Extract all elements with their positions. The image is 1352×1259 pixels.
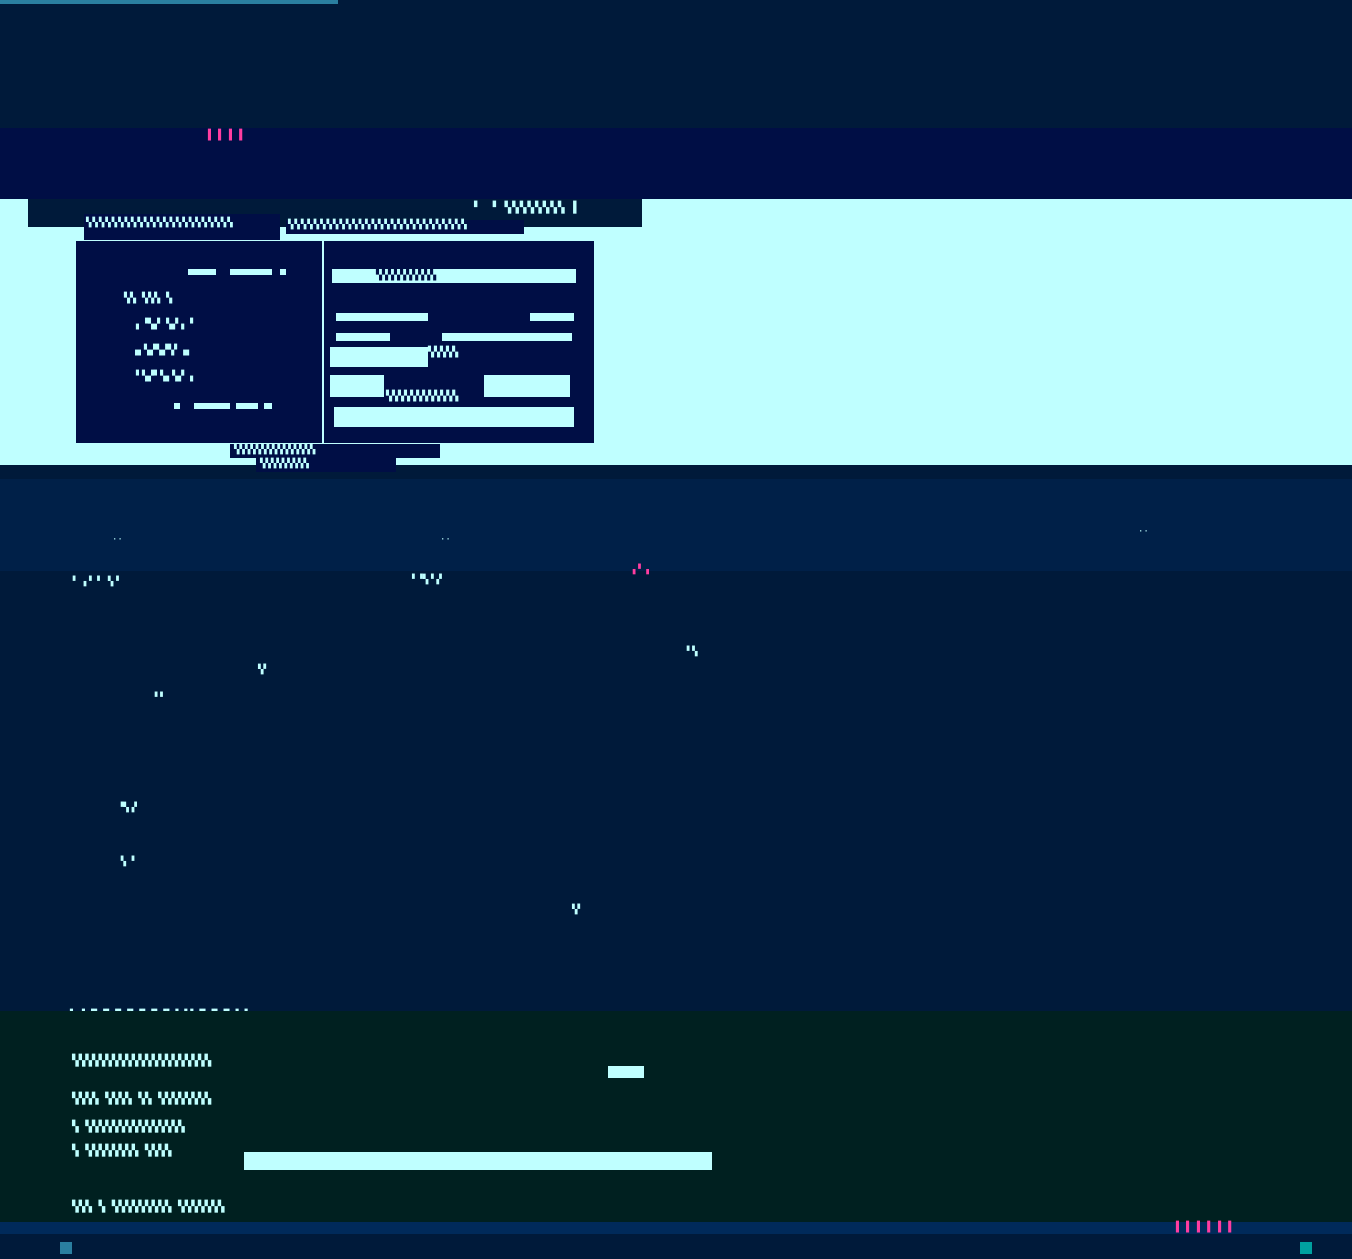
panel-mark xyxy=(264,403,272,409)
footer-line: ▚▚▚▚▚▚▚▚▚▚▚▚▚▚▚▚▚▚▚▚▚ xyxy=(72,1054,212,1067)
panel-right-block xyxy=(484,375,570,397)
bottom-bar xyxy=(0,1234,1352,1259)
hero-info-2[interactable]: ▚▚▚▚▚▚▚▚▚ xyxy=(256,458,396,472)
main-speck: ▝▝ xyxy=(152,693,163,703)
hero-tab-label: ▘ ▝ ▚▚▚▚▚▚▚▚ ▌ xyxy=(474,201,581,214)
footer-tray-icons[interactable]: ▌▐ ▌▐ ▌▐ xyxy=(1176,1222,1232,1233)
panel-right-line: ▚▚▚▚▚ xyxy=(428,347,459,358)
panel-mark xyxy=(236,403,258,409)
footer-line: ▚ ▚▚▚▚▚▚▚▚▚▚▚▚▚▚▚ xyxy=(72,1120,185,1133)
footer-line: ▚▚▚▚ ▚▚▚▚ ▚▚ ▚▚▚▚▚▚▚▚ xyxy=(72,1092,212,1105)
hero-subtitle-right: ▚▚▚▚▚▚▚▚▚▚▚▚▚▚▚▚▚▚▚▚▚▚▚▚▚▚▚▚ xyxy=(288,220,468,230)
footer-line: ▚▚▚ ▚ ▚▚▚▚▚▚▚▚▚ ▚▚▚▚▚▚▚ xyxy=(72,1200,225,1213)
main-speck: ▚▘ xyxy=(572,905,583,915)
footer-bar: ▌▐ ▌▐ ▌▐ xyxy=(0,1222,1352,1234)
nav-bar: ▌▐ ▌▐ xyxy=(0,128,1352,200)
hero-subtitle-right-box: ▚▚▚▚▚▚▚▚▚▚▚▚▚▚▚▚▚▚▚▚▚▚▚▚▚▚▚▚ xyxy=(286,220,524,234)
start-icon[interactable] xyxy=(60,1242,72,1254)
main-speck: ▘▝▚▝▗▘ xyxy=(412,575,445,585)
main-content: ▝ ▗▝ ▘ ▚▝ ▘▝▚▝▗▘ ▗▝ ▖ ▝▝▖ ▚▘ ▝▝ ▝▚▗▘ ▝▖▝… xyxy=(0,565,1352,1011)
strip-mark: ·· xyxy=(440,535,451,545)
tray-status-icon[interactable] xyxy=(1300,1242,1312,1254)
main-speck: ▚▘ xyxy=(258,665,269,675)
main-speck: ▝▝▖ xyxy=(684,647,701,657)
footer-input[interactable] xyxy=(244,1152,712,1170)
panel-mark xyxy=(280,269,286,275)
footer-card: ▚▚▚▚▚▚▚▚▚▚▚▚▚▚▚▚▚▚▚▚▚ ▚▚▚▚ ▚▚▚▚ ▚▚ ▚▚▚▚▚… xyxy=(70,1050,726,1222)
hero-info-2-text: ▚▚▚▚▚▚▚▚▚ xyxy=(260,459,309,469)
hero-subtitle-left-box: ▚▚▚▚▚▚▚▚▚▚▚▚▚▚▚▚▚▚▚▚▚▚▚ xyxy=(84,214,280,240)
panel-right-row-label: ▚▚▚▚▚▚▚▚▚▚ xyxy=(376,270,437,281)
main-speck: ▝ ▗▝ ▘ ▚▝ xyxy=(70,577,119,587)
footer-button[interactable] xyxy=(608,1066,644,1078)
footer-line: ▚ ▚▚▚▚▚▚▚▚ ▚▚▚▚ xyxy=(72,1144,172,1157)
top-band xyxy=(0,4,1352,128)
panel-right-row xyxy=(442,333,572,341)
main-speck: ▝▖▝ xyxy=(118,857,135,867)
panel-right-row xyxy=(336,313,428,321)
panel-line: ▘▚▞▘▚▖▚▞ ▖ xyxy=(136,371,197,382)
panel-right-row[interactable]: ▚▚▚▚▚▚▚▚▚▚ xyxy=(332,269,576,283)
panel-line: ▗▖▚▞▚▞▚▘▗▖ xyxy=(132,345,193,356)
panel-right: ▚▚▚▚▚▚▚▚▚▚ ▚▚▚▚▚ ▚▚▚▚▚▚▚▚▚▚▚▚ xyxy=(322,241,596,443)
hero-subtitle-left: ▚▚▚▚▚▚▚▚▚▚▚▚▚▚▚▚▚▚▚▚▚▚▚ xyxy=(86,218,234,228)
hero-info: ▚▚▚▚▚▚▚▚▚▚▚▚▚▚▚ xyxy=(230,444,440,458)
main-speck[interactable]: ▗▝ ▖ xyxy=(630,565,652,575)
panel-right-row xyxy=(336,333,390,341)
panel-mark xyxy=(230,269,272,275)
hero-info-text: ▚▚▚▚▚▚▚▚▚▚▚▚▚▚▚ xyxy=(234,445,316,455)
panel-mark xyxy=(188,269,216,275)
panel-right-block xyxy=(330,347,428,367)
section-strip: ·· ·· ·· xyxy=(0,479,1352,571)
panel-right-block[interactable] xyxy=(334,407,574,427)
main-speck: ▝▚▗▘ xyxy=(118,803,140,813)
panel-line: ▖▝▚▞ ▚▞▗ ▘ xyxy=(136,319,197,330)
nav-icons[interactable]: ▌▐ ▌▐ xyxy=(208,130,243,141)
panel-right-line: ▚▚▚▚▚▚▚▚▚▚▚▚ xyxy=(386,391,459,402)
hero-panel: ▚▚ ▚▚▚ ▚ ▖▝▚▞ ▚▞▗ ▘ ▗▖▚▞▚▞▚▘▗▖ ▘▚▞▘▚▖▚▞ … xyxy=(76,241,594,443)
panel-mark xyxy=(174,403,180,409)
strip-mark: ·· xyxy=(1138,527,1149,537)
panel-mark xyxy=(194,403,230,409)
strip-mark: ·· xyxy=(112,535,123,545)
panel-line: ▚▚ ▚▚▚ ▚ xyxy=(124,293,173,304)
panel-right-row xyxy=(530,313,574,321)
panel-right-block xyxy=(330,375,384,397)
